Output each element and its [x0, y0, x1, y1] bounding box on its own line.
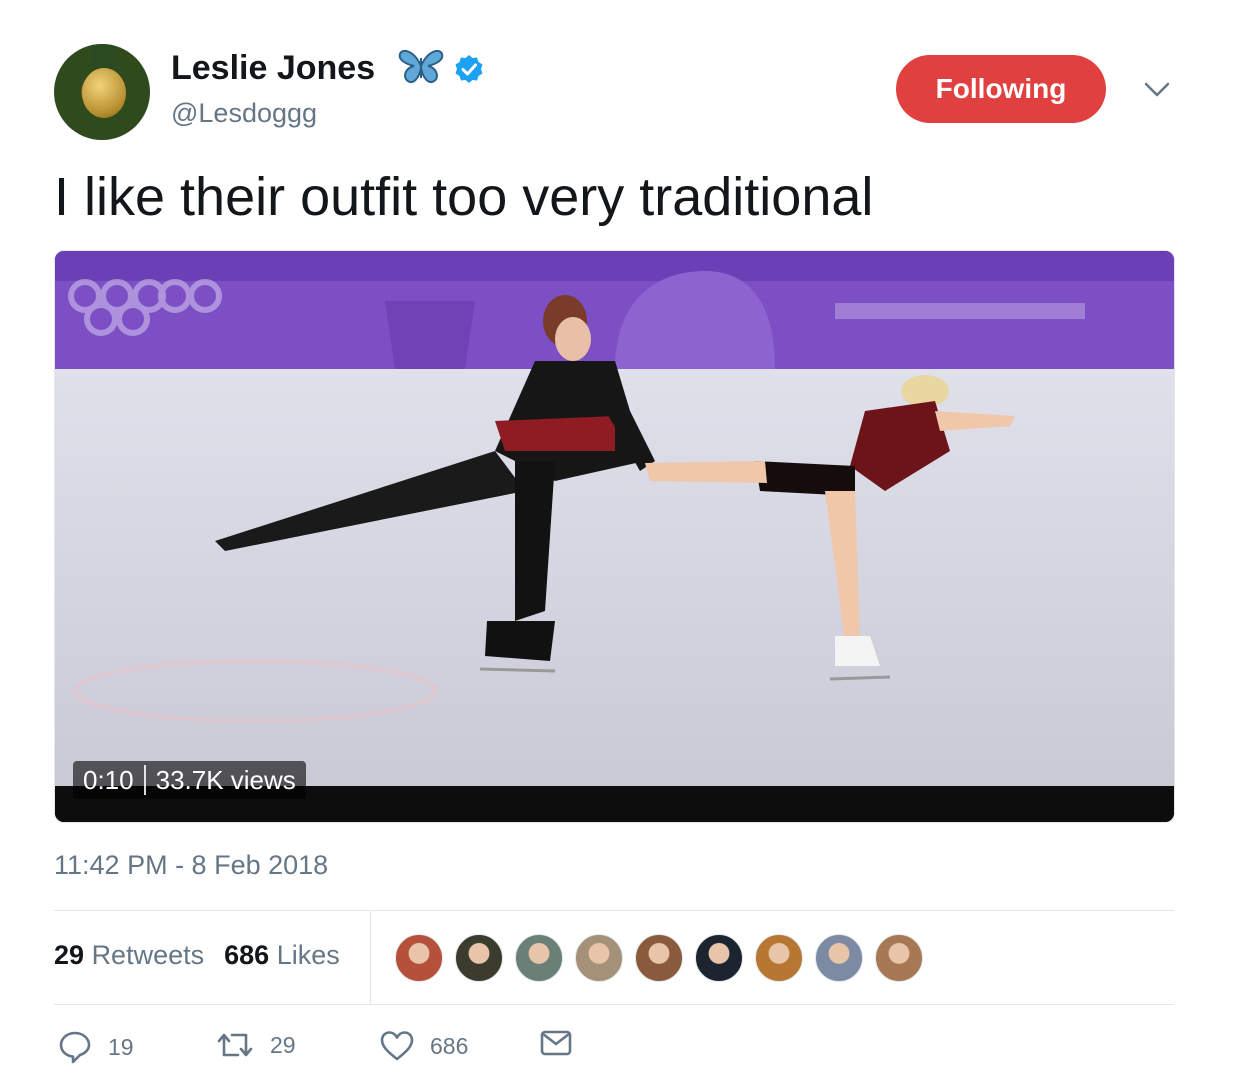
liker-avatar[interactable] — [575, 934, 623, 982]
following-button[interactable]: Following — [896, 55, 1106, 123]
author-name[interactable]: Leslie Jones — [171, 49, 375, 88]
like-action[interactable]: 686 — [380, 1030, 468, 1062]
author-avatar[interactable] — [54, 44, 150, 140]
retweet-action[interactable]: 29 — [216, 1030, 296, 1060]
like-count: 686 — [430, 1032, 469, 1059]
liker-avatar[interactable] — [755, 934, 803, 982]
tweet-stats: 29 Retweets 686 Likes — [54, 940, 340, 971]
reply-action[interactable]: 19 — [58, 1030, 134, 1064]
reply-icon — [59, 1031, 91, 1064]
liker-avatars — [395, 934, 923, 982]
video-views: 33.7K views — [155, 764, 296, 795]
envelope-icon — [540, 1030, 572, 1056]
liker-avatar[interactable] — [635, 934, 683, 982]
likes-stat[interactable]: 686 Likes — [224, 940, 340, 971]
heart-icon — [380, 1031, 414, 1061]
divider-bottom — [54, 1004, 1174, 1005]
divider-top — [54, 910, 1174, 911]
liker-avatar[interactable] — [395, 934, 443, 982]
chevron-down-icon[interactable] — [1142, 78, 1172, 100]
author-handle[interactable]: @Lesdoggg — [171, 98, 317, 129]
likes-count: 686 — [224, 940, 270, 970]
verified-badge-icon — [455, 55, 483, 83]
liker-avatar[interactable] — [695, 934, 743, 982]
reply-count: 19 — [108, 1033, 134, 1060]
likes-label: Likes — [276, 940, 340, 970]
retweets-count: 29 — [54, 940, 85, 970]
stats-divider — [370, 911, 371, 1004]
video-duration: 0:10 — [83, 764, 134, 795]
retweet-count: 29 — [270, 1031, 296, 1058]
tweet-timestamp[interactable]: 11:42 PM - 8 Feb 2018 — [54, 850, 328, 881]
avatar-medal — [82, 68, 126, 118]
badge-separator — [143, 765, 146, 795]
liker-avatar[interactable] — [455, 934, 503, 982]
liker-avatar[interactable] — [815, 934, 863, 982]
liker-avatar[interactable] — [875, 934, 923, 982]
tweet-text: I like their outfit too very traditional — [54, 167, 874, 227]
liker-avatar[interactable] — [515, 934, 563, 982]
video-info-badge: 0:10 33.7K views — [73, 761, 306, 799]
butterfly-icon — [398, 49, 444, 84]
direct-message-action[interactable] — [540, 1030, 572, 1056]
video-frame — [55, 251, 1174, 822]
retweets-label: Retweets — [91, 940, 205, 970]
video-player[interactable]: 0:10 33.7K views — [54, 250, 1175, 823]
retweet-icon — [217, 1033, 253, 1057]
retweets-stat[interactable]: 29 Retweets — [54, 940, 204, 971]
